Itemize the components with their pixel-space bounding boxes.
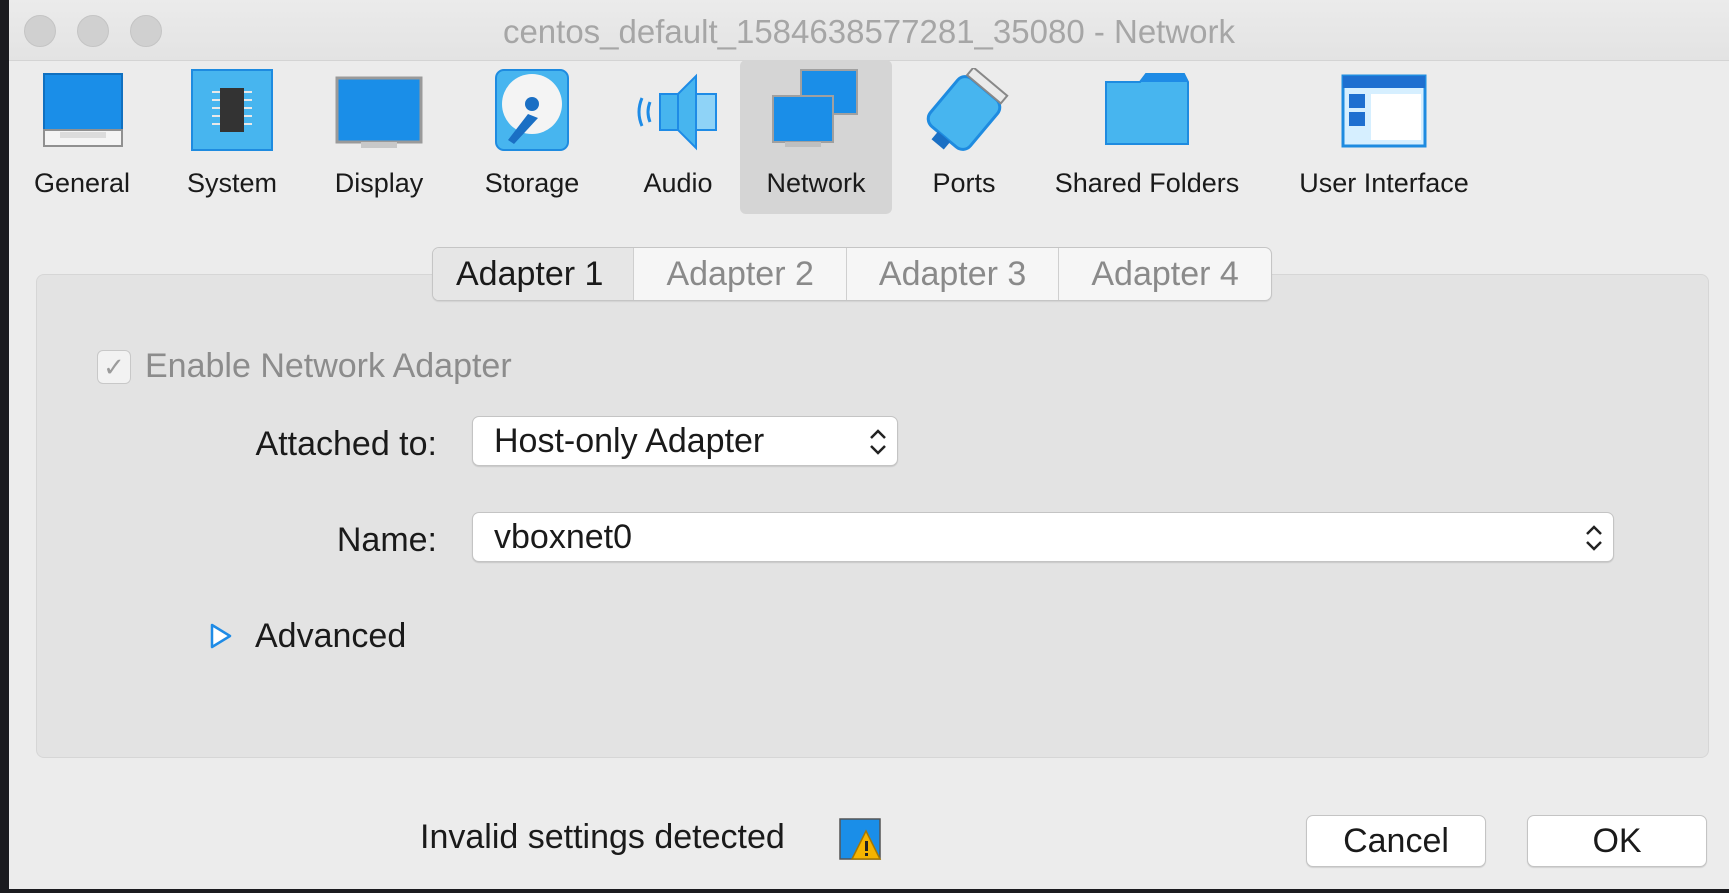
toolbar-storage[interactable]: Storage	[471, 60, 593, 214]
toolbar-display[interactable]: Display	[319, 60, 439, 214]
name-label: Name:	[336, 521, 437, 559]
disk-icon	[495, 69, 569, 151]
toolbar-user-interface[interactable]: User Interface	[1289, 60, 1479, 214]
disclosure-triangle-icon[interactable]	[209, 622, 233, 650]
attached-to-select[interactable]: Host-only Adapter	[472, 416, 898, 466]
toolbar-label-network: Network	[766, 168, 866, 198]
toolbar-label-user-interface: User Interface	[1299, 168, 1469, 198]
speaker-icon	[637, 73, 717, 151]
toolbar-shared-folders[interactable]: Shared Folders	[1047, 60, 1247, 214]
advanced-label[interactable]: Advanced	[255, 617, 406, 656]
invalid-settings-label: Invalid settings detected	[420, 818, 785, 856]
monitor-icon	[335, 76, 423, 148]
settings-window: centos_default_1584638577281_35080 - Net…	[9, 0, 1729, 889]
toolbar-label-general: General	[33, 168, 131, 198]
title-bar: centos_default_1584638577281_35080 - Net…	[9, 0, 1729, 61]
network-icon	[772, 69, 858, 147]
attached-to-label: Attached to:	[255, 425, 437, 463]
toolbar-label-storage: Storage	[484, 168, 580, 198]
enable-adapter-label: Enable Network Adapter	[145, 347, 512, 385]
toolbar-label-ports: Ports	[932, 168, 996, 198]
cancel-button[interactable]: Cancel	[1306, 815, 1486, 867]
ports-icon	[926, 68, 1009, 151]
toolbar-label-shared-folders: Shared Folders	[1054, 168, 1240, 198]
tab-adapter-1[interactable]: Adapter 1	[433, 248, 634, 300]
toolbar-label-system: System	[186, 168, 278, 198]
tab-adapter-2[interactable]: Adapter 2	[633, 248, 845, 300]
toolbar-label-display: Display	[334, 168, 424, 198]
name-value: vboxnet0	[494, 518, 632, 556]
updown-chevron-icon	[1586, 525, 1602, 551]
name-select[interactable]: vboxnet0	[472, 512, 1614, 562]
warning-icon[interactable]	[838, 817, 882, 861]
toolbar-ports[interactable]: Ports	[909, 60, 1019, 214]
window-title: centos_default_1584638577281_35080 - Net…	[502, 13, 1236, 50]
attached-to-value: Host-only Adapter	[494, 422, 765, 460]
updown-chevron-icon	[870, 429, 886, 455]
toolbar-system[interactable]: System	[172, 60, 292, 214]
toolbar-audio[interactable]: Audio	[623, 60, 733, 214]
ui-window-icon	[1341, 74, 1427, 148]
toolbar-label-audio: Audio	[643, 168, 713, 198]
adapter-tabs: Adapter 1 Adapter 2 Adapter 3 Adapter 4	[432, 247, 1272, 301]
tab-adapter-3[interactable]: Adapter 3	[845, 248, 1058, 300]
ok-button[interactable]: OK	[1527, 815, 1707, 867]
general-icon	[43, 73, 123, 147]
chip-icon	[191, 69, 273, 151]
tab-adapter-4[interactable]: Adapter 4	[1058, 248, 1270, 300]
folder-icon	[1105, 73, 1189, 145]
enable-adapter-checkbox[interactable]: ✓	[97, 350, 131, 384]
toolbar-network[interactable]: Network	[740, 60, 892, 214]
toolbar-general[interactable]: General	[22, 60, 142, 214]
